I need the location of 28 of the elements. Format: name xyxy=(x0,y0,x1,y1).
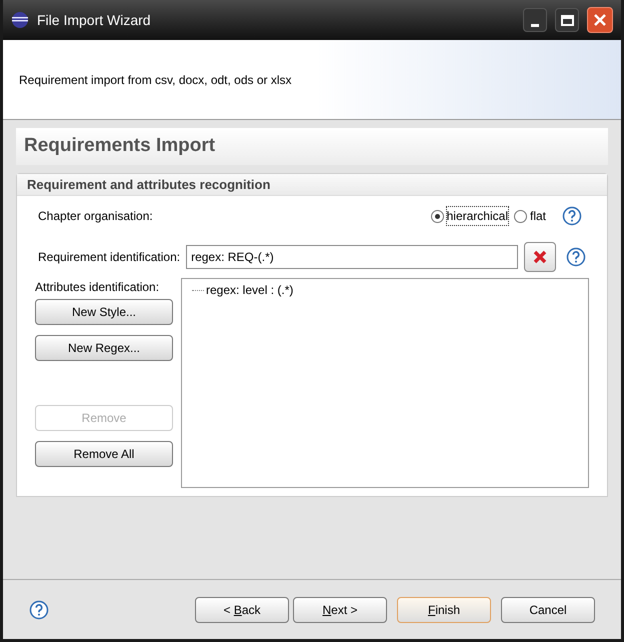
window-title: File Import Wizard xyxy=(37,10,152,30)
radio-option[interactable]: flat xyxy=(514,207,546,225)
radio-option[interactable]: hierarchical xyxy=(430,207,508,225)
clear-button[interactable] xyxy=(524,242,556,272)
action-button[interactable]: New Regex... xyxy=(35,335,173,361)
action-button[interactable]: New Style... xyxy=(35,299,173,325)
field-label: Attributes identification: xyxy=(35,279,160,296)
tree-item[interactable]: regex: level : (.*) xyxy=(192,281,586,299)
wizard-button[interactable]: Finish xyxy=(397,596,491,622)
close-button[interactable] xyxy=(587,7,613,33)
input-field[interactable]: regex: REQ-(.*) xyxy=(186,245,518,269)
globe-icon xyxy=(11,11,29,29)
maximize-button[interactable] xyxy=(555,8,579,32)
help-icon[interactable] xyxy=(566,247,586,267)
minimize-button[interactable] xyxy=(523,8,547,32)
help-icon[interactable] xyxy=(562,206,582,226)
group-title: Requirement and attributes recognition xyxy=(27,176,270,194)
wizard-button[interactable]: Cancel xyxy=(501,596,595,622)
field-label: Requirement identification: xyxy=(38,249,180,266)
wizard-description: Requirement import from csv, docx, odt, ods or xlsx xyxy=(19,72,292,88)
close-icon xyxy=(593,13,607,27)
wizard-button[interactable]: Next > xyxy=(293,596,387,622)
wizard-button[interactable]: < Back xyxy=(195,596,289,622)
action-button[interactable]: Remove All xyxy=(35,441,173,467)
page-title: Requirements Import xyxy=(24,134,216,158)
help-icon[interactable] xyxy=(29,600,49,620)
delete-icon xyxy=(532,249,548,265)
field-label: Chapter organisation: xyxy=(38,208,154,225)
